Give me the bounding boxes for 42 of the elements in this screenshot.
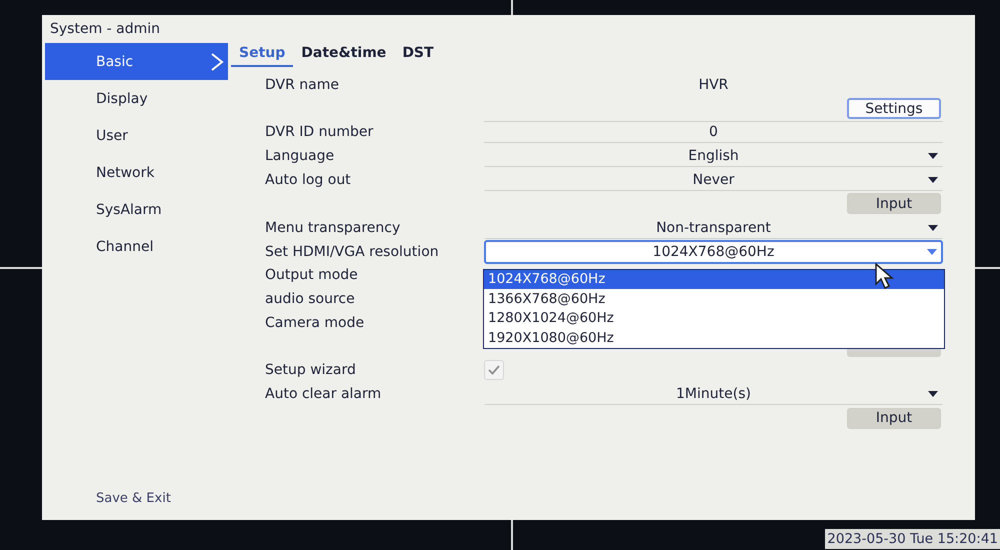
chevron-right-icon (210, 52, 224, 70)
caret-icon (928, 391, 938, 398)
sidebar-item[interactable]: Basic (45, 43, 228, 80)
field-label: Setup wizard (265, 362, 357, 378)
input-button[interactable]: Input (847, 408, 941, 429)
dropdown[interactable]: Non-transparent (484, 216, 943, 239)
sidebar-item[interactable]: Channel (45, 228, 228, 265)
field-label: Camera mode (265, 314, 366, 331)
sidebar-item[interactable]: Network (45, 154, 228, 191)
save-exit-link[interactable]: Save & Exit (96, 491, 228, 506)
dropdown[interactable]: 1024X768@60Hz (484, 240, 943, 264)
dropdown[interactable]: 1Minute(s) (484, 383, 943, 406)
checkmark-icon (488, 365, 500, 376)
date-time: 2023-05-30 Tue 15:20:41 (825, 529, 1000, 549)
field-value: HVR (698, 76, 730, 93)
input-button[interactable]: Input (847, 193, 941, 214)
window-title: System - admin (50, 21, 160, 37)
sidebar-item[interactable]: Display (45, 80, 228, 117)
tab[interactable]: Setup (231, 43, 294, 67)
field-label: Output mode (265, 267, 359, 284)
field-label: Auto clear alarm (265, 386, 382, 402)
settings-button[interactable]: Settings (847, 98, 941, 120)
field-label: audio source (265, 291, 356, 308)
dropdown[interactable]: English (484, 145, 943, 168)
caret-icon (928, 153, 938, 160)
caret-icon (928, 224, 938, 231)
tab[interactable]: Date&time (293, 43, 394, 67)
caret-icon (927, 248, 937, 255)
field-label: Menu transparency (265, 220, 402, 236)
field-label: DVR name (265, 76, 340, 93)
caret-icon (928, 177, 938, 184)
checkbox[interactable] (484, 360, 504, 380)
dropdown-option[interactable]: 1024X768@60Hz (484, 270, 944, 290)
field-label: Set HDMI/VGA resolution (265, 244, 440, 260)
field-label: Auto log out (265, 172, 352, 188)
tab[interactable]: DST (394, 43, 442, 67)
dropdown[interactable]: Never (484, 169, 943, 192)
field-label: DVR ID number (265, 124, 374, 140)
sidebar-item[interactable]: SysAlarm (45, 191, 228, 228)
field-label: Language (265, 148, 336, 164)
sidebar-item[interactable]: User (45, 117, 228, 154)
input-field[interactable]: 0 (484, 121, 943, 144)
